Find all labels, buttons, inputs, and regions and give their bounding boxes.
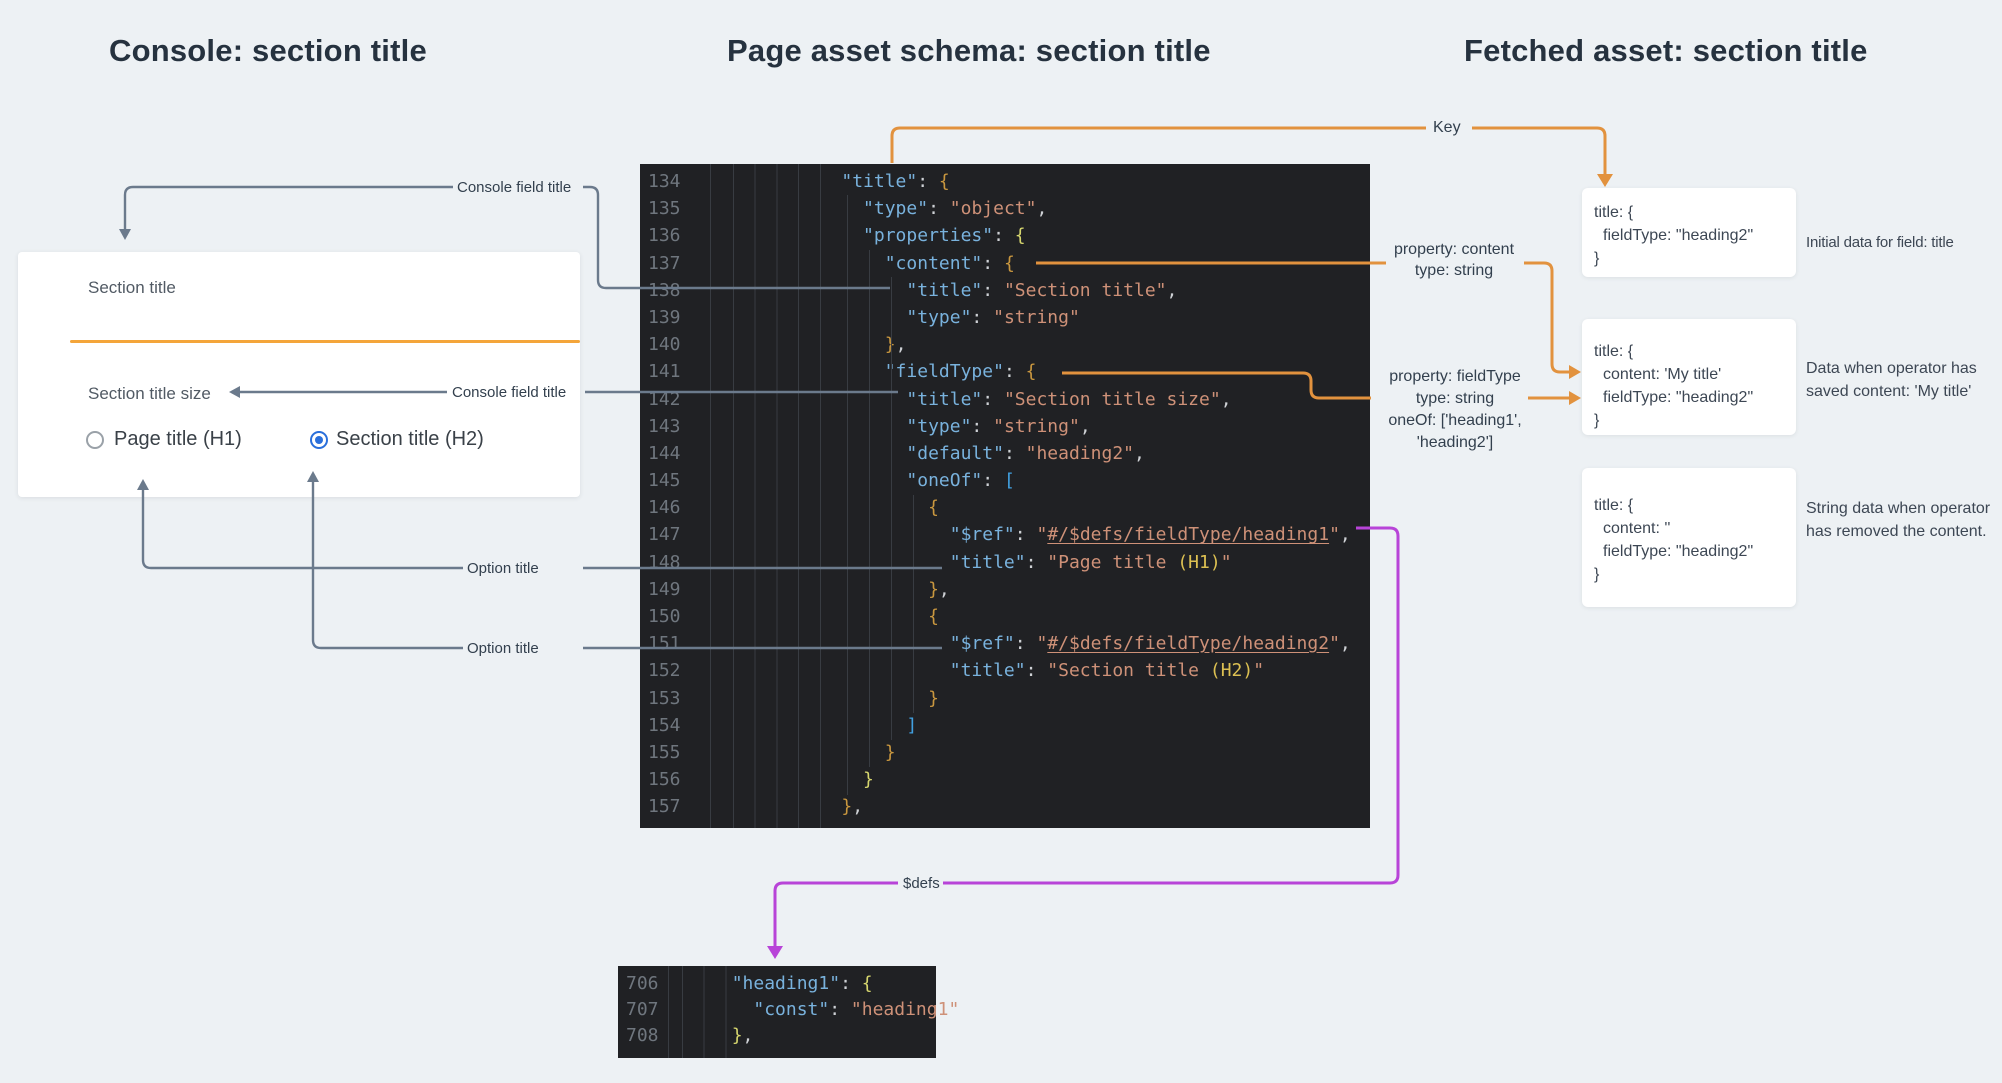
code-line: 706 "heading1": { (618, 971, 936, 997)
line-number: 145 (640, 467, 688, 494)
diagram-canvas: Console: section title Page asset schema… (0, 0, 2002, 1083)
line-number: 150 (640, 603, 688, 630)
line-number: 142 (640, 386, 688, 413)
line-number: 151 (640, 630, 688, 657)
line-number: 147 (640, 521, 688, 548)
annotation-console-field-title-2: Console field title (452, 384, 566, 401)
schema-ref-link[interactable]: #/$defs/fieldType/heading2 (1047, 633, 1329, 654)
section-title-field-label: Section title (88, 278, 176, 298)
fetched-card-removed: title: {content: ''fieldType: "heading2"… (1582, 468, 1796, 607)
radio-section-title-h2-label[interactable]: Section title (H2) (336, 428, 484, 451)
fetched-data-line: content: '' (1594, 517, 1784, 540)
fetched-data-line: } (1594, 409, 1784, 432)
section-title-size-field-label: Section title size (88, 384, 211, 404)
line-number: 149 (640, 576, 688, 603)
fetched-data-line: fieldType: "heading2" (1594, 224, 1784, 247)
annotation-property-fieldtype: property: fieldType type: string oneOf: … (1375, 366, 1535, 454)
annotation-key: Key (1433, 119, 1461, 136)
line-number: 156 (640, 766, 688, 793)
line-number: 153 (640, 685, 688, 712)
line-number: 136 (640, 222, 688, 249)
line-number: 706 (618, 971, 666, 997)
fetched-caption-removed: String data when operator has removed th… (1806, 497, 2002, 543)
annotation-option-title-2: Option title (467, 640, 539, 657)
section-title-input[interactable] (70, 340, 580, 343)
indent-guide (847, 195, 848, 795)
defs-code-editor: 706 "heading1": {707 "const": "heading1"… (618, 966, 936, 1058)
line-number: 154 (640, 712, 688, 739)
console-form-card: Section title Section title size Page ti… (18, 252, 580, 497)
code-line: 707 "const": "heading1" (618, 997, 936, 1023)
indent-guide (913, 495, 914, 713)
line-number: 157 (640, 793, 688, 820)
fetched-data-line: title: { (1594, 201, 1784, 224)
radio-section-title-h2[interactable] (310, 431, 328, 449)
annotation-defs: $defs (903, 875, 940, 892)
line-number: 138 (640, 277, 688, 304)
gutter-separator (668, 966, 669, 1058)
line-number: 137 (640, 250, 688, 277)
schema-ref-link[interactable]: #/$defs/fieldType/heading1 (1047, 524, 1329, 545)
fetched-data-line: fieldType: "heading2" (1594, 540, 1784, 563)
line-number: 140 (640, 331, 688, 358)
console-column-title: Console: section title (109, 33, 427, 69)
indent-guides (733, 164, 828, 828)
line-number: 144 (640, 440, 688, 467)
fetched-data-line: content: 'My title' (1594, 363, 1784, 386)
fetched-caption-saved: Data when operator has saved content: 'M… (1806, 357, 2002, 403)
radio-page-title-h1[interactable] (86, 431, 104, 449)
annotation-option-title-1: Option title (467, 560, 539, 577)
fetched-column-title: Fetched asset: section title (1464, 33, 1868, 69)
fetched-data-line: title: { (1594, 340, 1784, 363)
annotation-console-field-title-1: Console field title (457, 179, 571, 196)
fetched-card-initial: title: {fieldType: "heading2"} (1582, 188, 1796, 277)
line-number: 707 (618, 997, 666, 1023)
annotation-property-content: property: content type: string (1378, 239, 1530, 281)
line-number: 134 (640, 168, 688, 195)
fetched-caption-initial: Initial data for field: title (1806, 231, 2002, 254)
line-number: 152 (640, 657, 688, 684)
radio-page-title-h1-label[interactable]: Page title (H1) (114, 428, 242, 451)
fetched-data-line: fieldType: "heading2" (1594, 386, 1784, 409)
indent-guide (891, 277, 892, 740)
line-number: 135 (640, 195, 688, 222)
fetched-data-line: } (1594, 563, 1784, 586)
indent-guides (682, 966, 727, 1058)
gutter-separator (710, 164, 711, 828)
line-number: 143 (640, 413, 688, 440)
fetched-data-line: title: { (1594, 494, 1784, 517)
indent-guide (869, 250, 870, 767)
schema-code-editor: 134 "title": {135 "type": "object",136 "… (640, 164, 1370, 828)
fetched-card-saved: title: {content: 'My title'fieldType: "h… (1582, 319, 1796, 435)
fetched-data-line: } (1594, 247, 1784, 270)
line-number: 141 (640, 358, 688, 385)
line-number: 155 (640, 739, 688, 766)
line-number: 139 (640, 304, 688, 331)
code-line: 708 }, (618, 1023, 936, 1049)
line-number: 708 (618, 1023, 666, 1049)
schema-column-title: Page asset schema: section title (727, 33, 1211, 69)
line-number: 146 (640, 494, 688, 521)
line-number: 148 (640, 549, 688, 576)
